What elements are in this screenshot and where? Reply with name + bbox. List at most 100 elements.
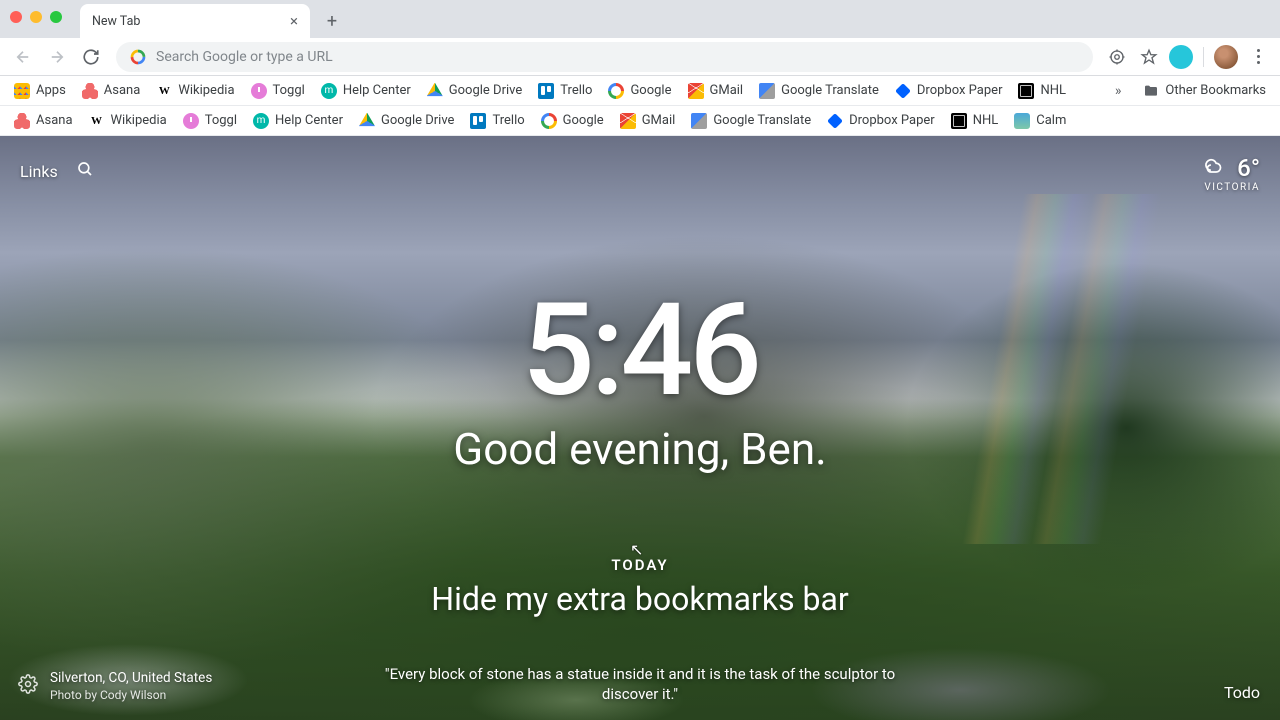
bookmark-nhl[interactable]: NHL <box>945 109 1005 133</box>
profile-avatar[interactable] <box>1212 43 1240 71</box>
separator <box>1203 47 1204 67</box>
bookmark-trello[interactable]: Trello <box>532 79 598 103</box>
bookmark-wikipedia[interactable]: W Wikipedia <box>150 79 240 103</box>
bookmark-label: Wikipedia <box>111 113 167 128</box>
dropbox-icon <box>895 83 911 99</box>
dashboard: Links 6° VICTORIA 5:46 Good evening, Ben… <box>0 136 1280 720</box>
today-label: TODAY <box>431 556 848 574</box>
bookmark-google-drive[interactable]: Google Drive <box>353 109 460 133</box>
trello-icon <box>470 113 486 129</box>
window-controls <box>10 11 62 28</box>
bookmarks-bar-secondary: Asana W Wikipedia Toggl m Help Center Goog… <box>0 106 1280 136</box>
asana-icon <box>14 113 30 129</box>
bookmark-toggl[interactable]: Toggl <box>245 79 311 103</box>
focus-text[interactable]: Hide my extra bookmarks bar <box>431 580 848 618</box>
minimize-window-button[interactable] <box>30 11 42 23</box>
bookmark-gmail[interactable]: GMail <box>682 79 750 103</box>
bookmark-label: Trello <box>560 83 592 98</box>
bookmark-dropbox-paper[interactable]: Dropbox Paper <box>889 79 1009 103</box>
bookmark-label: Google Drive <box>381 113 454 128</box>
bookmark-label: Wikipedia <box>178 83 234 98</box>
bookmark-help-center[interactable]: mHelp Center <box>315 79 417 103</box>
bookmark-label: Trello <box>492 113 524 128</box>
bookmark-google-drive[interactable]: Google Drive <box>421 79 528 103</box>
quote-text[interactable]: "Every block of stone has a statue insid… <box>380 664 900 705</box>
bookmark-label: Help Center <box>275 113 343 128</box>
bookmark-apps[interactable]: Apps <box>8 79 72 103</box>
bookmark-dropbox-paper[interactable]: Dropbox Paper <box>821 109 941 133</box>
title-bar: New Tab × + <box>0 0 1280 38</box>
back-button[interactable] <box>8 42 38 72</box>
settings-gear-icon[interactable] <box>18 674 38 698</box>
tab-title: New Tab <box>92 14 140 29</box>
bookmark-label: Google Translate <box>781 83 879 98</box>
bookmark-label: Google Drive <box>449 83 522 98</box>
todo-button[interactable]: Todo <box>1224 683 1260 702</box>
bookmark-asana[interactable]: Asana <box>8 109 79 133</box>
greeting: Good evening, Ben. <box>64 423 1216 475</box>
weather-temperature: 6° <box>1237 154 1260 182</box>
bookmark-google-translate[interactable]: Google Translate <box>685 109 817 133</box>
bookmark-trello[interactable]: Trello <box>464 109 530 133</box>
location-icon[interactable] <box>1103 43 1131 71</box>
new-tab-button[interactable]: + <box>318 7 346 35</box>
bookmark-nhl[interactable]: NHL <box>1012 79 1072 103</box>
address-bar-placeholder: Search Google or type a URL <box>156 49 333 65</box>
close-tab-button[interactable]: × <box>290 12 298 30</box>
bookmark-label: Google <box>563 113 604 128</box>
photo-credit[interactable]: Silverton, CO, United States Photo by Co… <box>50 670 212 702</box>
nhl-icon <box>951 113 967 129</box>
browser-tab[interactable]: New Tab × <box>80 4 310 38</box>
dropbox-icon <box>827 113 843 129</box>
reload-button[interactable] <box>76 42 106 72</box>
other-bookmarks-button[interactable]: Other Bookmarks <box>1137 79 1272 103</box>
apps-icon <box>14 83 30 99</box>
bookmark-asana[interactable]: Asana <box>76 79 147 103</box>
google-g-icon <box>130 49 146 65</box>
bookmark-calm[interactable]: Calm <box>1008 109 1072 133</box>
google-drive-icon <box>427 83 443 99</box>
bookmark-label: Asana <box>36 113 73 128</box>
address-bar[interactable]: Search Google or type a URL <box>116 42 1093 72</box>
cloud-icon <box>1203 154 1231 182</box>
google-translate-icon <box>759 83 775 99</box>
weather-location: VICTORIA <box>1203 182 1260 193</box>
bookmark-label: Calm <box>1036 113 1066 128</box>
trello-icon <box>538 83 554 99</box>
photo-author: Photo by Cody Wilson <box>50 688 212 702</box>
chrome-menu-button[interactable] <box>1244 43 1272 71</box>
asana-icon <box>82 83 98 99</box>
search-icon[interactable] <box>76 160 94 182</box>
bookmark-label: NHL <box>973 113 999 128</box>
bookmarks-bar: Apps Asana W Wikipedia Toggl mHelp Center… <box>0 76 1280 106</box>
links-button[interactable]: Links <box>20 162 58 181</box>
wikipedia-icon: W <box>156 83 172 99</box>
maximize-window-button[interactable] <box>50 11 62 23</box>
bookmark-label: Help Center <box>343 83 411 98</box>
bookmark-label: Toggl <box>273 83 305 98</box>
bookmark-label: Dropbox Paper <box>849 113 935 128</box>
forward-button[interactable] <box>42 42 72 72</box>
bookmark-gmail[interactable]: GMail <box>614 109 682 133</box>
bookmark-star-icon[interactable] <box>1135 43 1163 71</box>
bookmark-label: Google Translate <box>713 113 811 128</box>
close-window-button[interactable] <box>10 11 22 23</box>
photo-location: Silverton, CO, United States <box>50 670 212 686</box>
bookmark-toggl[interactable]: Toggl <box>177 109 243 133</box>
bookmark-google-translate[interactable]: Google Translate <box>753 79 885 103</box>
gmail-icon <box>688 83 704 99</box>
help-center-icon: m <box>253 113 269 129</box>
bookmark-help-center[interactable]: m Help Center <box>247 109 349 133</box>
gmail-icon <box>620 113 636 129</box>
extension-avatar-teal[interactable] <box>1167 43 1195 71</box>
bookmark-wikipedia[interactable]: W Wikipedia <box>83 109 173 133</box>
bookmark-label: GMail <box>642 113 676 128</box>
bookmarks-overflow-button[interactable]: » <box>1109 83 1128 99</box>
wikipedia-icon: W <box>89 113 105 129</box>
weather-widget[interactable]: 6° VICTORIA <box>1203 154 1260 193</box>
bookmark-google[interactable]: Google <box>602 79 677 103</box>
bookmark-label: Toggl <box>205 113 237 128</box>
bookmark-google[interactable]: Google <box>535 109 610 133</box>
bookmark-label: NHL <box>1040 83 1066 98</box>
clock: 5:46 <box>64 287 1216 415</box>
